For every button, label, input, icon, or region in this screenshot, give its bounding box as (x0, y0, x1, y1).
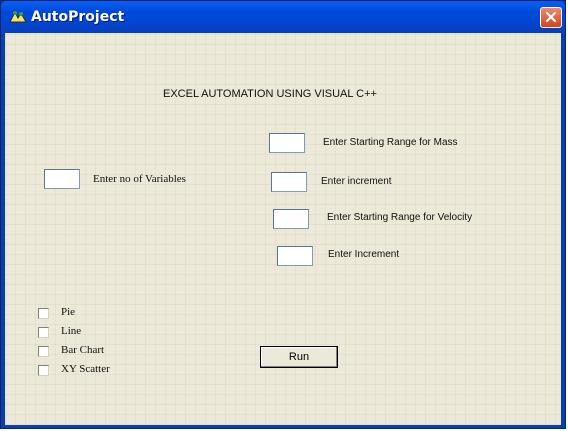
run-button[interactable]: Run (260, 346, 338, 368)
mass-increment-label: Enter increment (321, 176, 392, 187)
pie-checkbox[interactable] (38, 308, 49, 319)
line-checkbox-label: Line (61, 325, 82, 337)
pie-checkbox-label: Pie (61, 306, 76, 318)
app-icon (9, 10, 27, 23)
variables-input[interactable] (44, 169, 80, 189)
close-icon (545, 11, 557, 23)
app-window: AutoProject EXCEL AUTOMATION USING VISUA… (0, 0, 566, 429)
title-bar[interactable]: AutoProject (1, 1, 565, 33)
bar-chart-checkbox[interactable] (38, 346, 49, 357)
window-title: AutoProject (31, 9, 125, 25)
velocity-increment-label: Enter Increment (328, 249, 400, 260)
close-button[interactable] (540, 7, 562, 28)
line-checkbox[interactable] (38, 327, 49, 338)
page-heading: EXCEL AUTOMATION USING VISUAL C++ (163, 88, 377, 100)
velocity-start-input[interactable] (273, 209, 309, 229)
mass-start-input[interactable] (269, 133, 305, 153)
xy-scatter-checkbox-label: XY Scatter (61, 363, 110, 375)
bar-chart-checkbox-label: Bar Chart (61, 344, 105, 356)
variables-label: Enter no of Variables (93, 173, 186, 185)
velocity-increment-input[interactable] (277, 246, 313, 266)
xy-scatter-checkbox[interactable] (38, 365, 49, 376)
mass-increment-input[interactable] (271, 172, 307, 192)
mass-start-label: Enter Starting Range for Mass (323, 137, 458, 148)
velocity-start-label: Enter Starting Range for Velocity (327, 212, 473, 223)
dialog-client-area: EXCEL AUTOMATION USING VISUAL C++ Enter … (5, 33, 561, 425)
